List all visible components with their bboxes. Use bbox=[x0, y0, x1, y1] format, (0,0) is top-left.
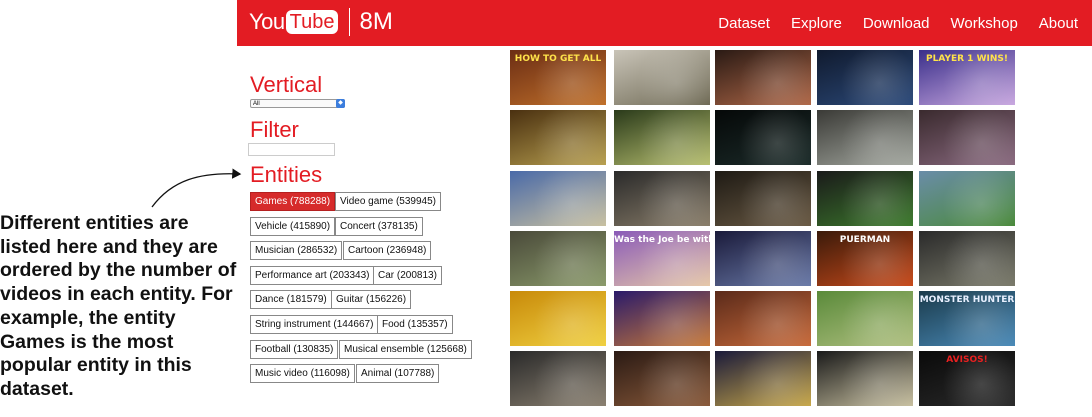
game-thumbnail bbox=[510, 291, 606, 346]
video-thumbnail[interactable] bbox=[614, 50, 710, 105]
entity-chip-vehicle[interactable]: Vehicle (415890) bbox=[250, 217, 336, 236]
entity-chip-food[interactable]: Food (135357) bbox=[377, 315, 453, 334]
video-thumbnail[interactable] bbox=[715, 231, 811, 286]
video-thumbnail[interactable] bbox=[919, 171, 1015, 226]
game-thumbnail bbox=[715, 110, 811, 165]
entity-chip-concert[interactable]: Concert (378135) bbox=[335, 217, 423, 236]
game-thumbnail bbox=[919, 110, 1015, 165]
video-thumbnail[interactable] bbox=[715, 291, 811, 346]
entity-chip-string-instrument[interactable]: String instrument (144667) bbox=[250, 315, 379, 334]
flight-sim-thumbnail bbox=[614, 50, 710, 105]
entity-chip-guitar[interactable]: Guitar (156226) bbox=[331, 290, 412, 309]
nav-link-explore[interactable]: Explore bbox=[791, 15, 842, 32]
video-thumbnail[interactable] bbox=[510, 171, 606, 226]
phone-thumbnail bbox=[510, 351, 606, 406]
nav-link-dataset[interactable]: Dataset bbox=[718, 15, 770, 32]
thumbnail-caption: PLAYER 1 WINS! bbox=[926, 54, 1008, 64]
video-thumbnail[interactable] bbox=[715, 50, 811, 105]
video-thumbnail[interactable]: PUERMAN bbox=[817, 231, 913, 286]
anime-fight-thumbnail bbox=[715, 351, 811, 406]
entity-chip-football[interactable]: Football (130835) bbox=[250, 340, 339, 359]
video-thumbnail[interactable]: Was the Joe be with the? bbox=[614, 231, 710, 286]
vertical-heading: Vertical bbox=[250, 72, 323, 97]
video-thumbnail[interactable] bbox=[614, 291, 710, 346]
game-thumbnail bbox=[510, 231, 606, 286]
entity-chip-animal[interactable]: Animal (107788) bbox=[356, 364, 440, 383]
nav-menu: Dataset Explore Download Workshop About bbox=[697, 0, 1078, 46]
thumbnail-caption: HOW TO GET ALL bbox=[514, 54, 602, 64]
annotation-text: Different entities are listed here and t… bbox=[0, 212, 237, 400]
callout-arrow-icon bbox=[151, 168, 242, 208]
youtube-8m-logo[interactable]: You Tube 8M bbox=[249, 8, 393, 36]
nav-link-download[interactable]: Download bbox=[863, 15, 930, 32]
video-thumbnail[interactable] bbox=[614, 110, 710, 165]
video-thumbnail[interactable] bbox=[817, 171, 913, 226]
top-navigation-bar: You Tube 8M Dataset Explore Download Wor… bbox=[237, 0, 1092, 46]
video-thumbnail[interactable] bbox=[614, 351, 710, 406]
thumbnail-caption: AVISOS! bbox=[946, 355, 988, 365]
thumbnail-caption: Was the Joe be with the? bbox=[614, 235, 710, 245]
game-thumbnail bbox=[919, 231, 1015, 286]
video-thumbnail[interactable] bbox=[510, 110, 606, 165]
entity-chip-musical-ensemble[interactable]: Musical ensemble (125668) bbox=[339, 340, 472, 359]
video-thumbnail[interactable] bbox=[919, 110, 1015, 165]
video-thumbnail[interactable] bbox=[817, 351, 913, 406]
entity-chip-games[interactable]: Games (788288) bbox=[250, 192, 336, 211]
entity-chip-performance-art[interactable]: Performance art (203343) bbox=[250, 266, 375, 285]
video-thumbnail[interactable] bbox=[817, 50, 913, 105]
game-thumbnail bbox=[817, 50, 913, 105]
game-thumbnail bbox=[614, 351, 710, 406]
filter-input[interactable] bbox=[248, 143, 335, 156]
entity-chip-dance[interactable]: Dance (181579) bbox=[250, 290, 332, 309]
robot-thumbnail bbox=[715, 231, 811, 286]
video-thumbnail[interactable] bbox=[510, 231, 606, 286]
gym-thumbnail bbox=[715, 171, 811, 226]
entity-chip-musician[interactable]: Musician (286532) bbox=[250, 241, 343, 260]
logo-divider bbox=[349, 8, 351, 36]
video-thumbnail[interactable] bbox=[614, 171, 710, 226]
entity-chip-cartoon[interactable]: Cartoon (236948) bbox=[343, 241, 432, 260]
soccer-thumbnail bbox=[919, 171, 1015, 226]
football-thumbnail bbox=[817, 291, 913, 346]
map-game-thumbnail bbox=[510, 171, 606, 226]
vertical-dropdown[interactable]: All ◆ bbox=[250, 99, 345, 108]
game-thumbnail bbox=[817, 110, 913, 165]
nav-link-workshop[interactable]: Workshop bbox=[951, 15, 1018, 32]
video-thumbnail[interactable] bbox=[715, 171, 811, 226]
video-thumbnail[interactable]: MONSTER HUNTER bbox=[919, 291, 1015, 346]
tv-thumbnail bbox=[817, 351, 913, 406]
nav-link-about[interactable]: About bbox=[1039, 15, 1078, 32]
video-thumbnail[interactable]: HOW TO GET ALL bbox=[510, 50, 606, 105]
thumbnail-caption: PUERMAN bbox=[839, 235, 891, 245]
slot-machine-thumbnail bbox=[510, 110, 606, 165]
video-thumbnail[interactable] bbox=[715, 110, 811, 165]
vertical-selected-value: All bbox=[253, 101, 260, 107]
filter-heading: Filter bbox=[250, 117, 299, 142]
video-thumbnail[interactable]: AVISOS! bbox=[919, 351, 1015, 406]
retro-game-thumbnail bbox=[614, 291, 710, 346]
video-thumbnail[interactable] bbox=[919, 231, 1015, 286]
video-thumbnail[interactable] bbox=[510, 291, 606, 346]
video-thumbnail[interactable] bbox=[817, 291, 913, 346]
vlog-thumbnail bbox=[614, 171, 710, 226]
logo-8m-text: 8M bbox=[359, 8, 393, 35]
movie-thumbnail bbox=[715, 50, 811, 105]
entity-chip-video-game[interactable]: Video game (539945) bbox=[335, 192, 441, 211]
entity-chip-music-video[interactable]: Music video (116098) bbox=[250, 364, 355, 383]
entities-heading: Entities bbox=[250, 162, 323, 187]
logo-tube-text: Tube bbox=[285, 10, 339, 34]
video-thumbnail[interactable] bbox=[715, 351, 811, 406]
entity-chip-car[interactable]: Car (200813) bbox=[373, 266, 442, 285]
basketball-thumbnail bbox=[715, 291, 811, 346]
game-thumbnail bbox=[614, 110, 710, 165]
video-thumbnail[interactable] bbox=[817, 110, 913, 165]
video-thumbnail[interactable]: PLAYER 1 WINS! bbox=[919, 50, 1015, 105]
dropdown-arrow-icon[interactable]: ◆ bbox=[336, 99, 345, 108]
baseball-thumbnail bbox=[817, 171, 913, 226]
thumbnail-caption: MONSTER HUNTER bbox=[919, 295, 1015, 305]
logo-you-text: You bbox=[249, 9, 285, 34]
video-thumbnail[interactable] bbox=[510, 351, 606, 406]
